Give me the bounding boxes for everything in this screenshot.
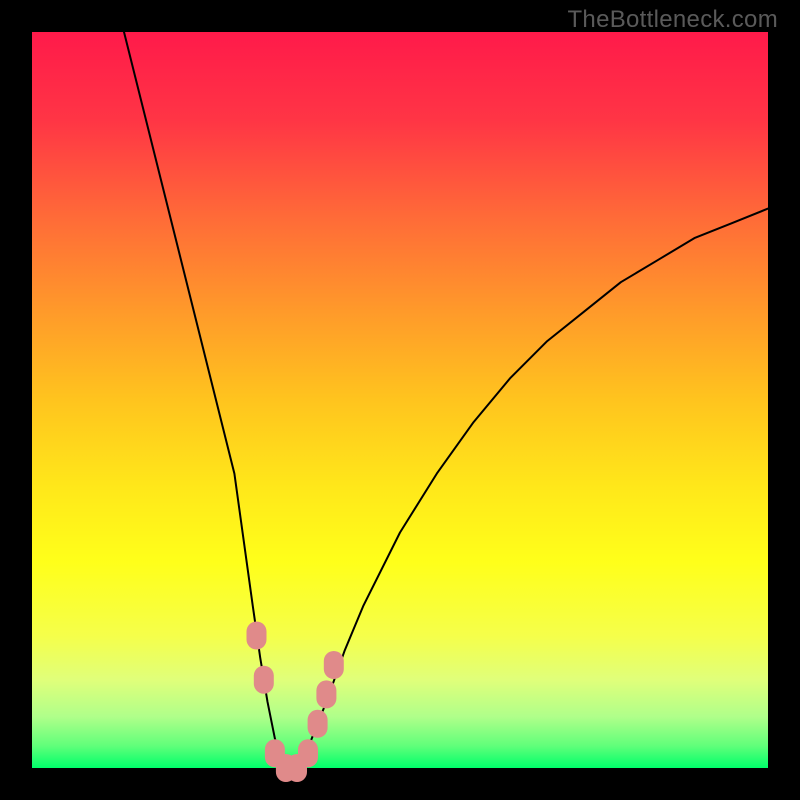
chart-svg (0, 0, 800, 800)
marker-dot (316, 680, 336, 708)
marker-dot (308, 710, 328, 738)
marker-dot (324, 651, 344, 679)
marker-dot (247, 622, 267, 650)
marker-dot (298, 739, 318, 767)
chart-background (32, 32, 768, 768)
marker-dot (254, 666, 274, 694)
bottleneck-chart: TheBottleneck.com (0, 0, 800, 800)
watermark-text: TheBottleneck.com (567, 6, 778, 34)
